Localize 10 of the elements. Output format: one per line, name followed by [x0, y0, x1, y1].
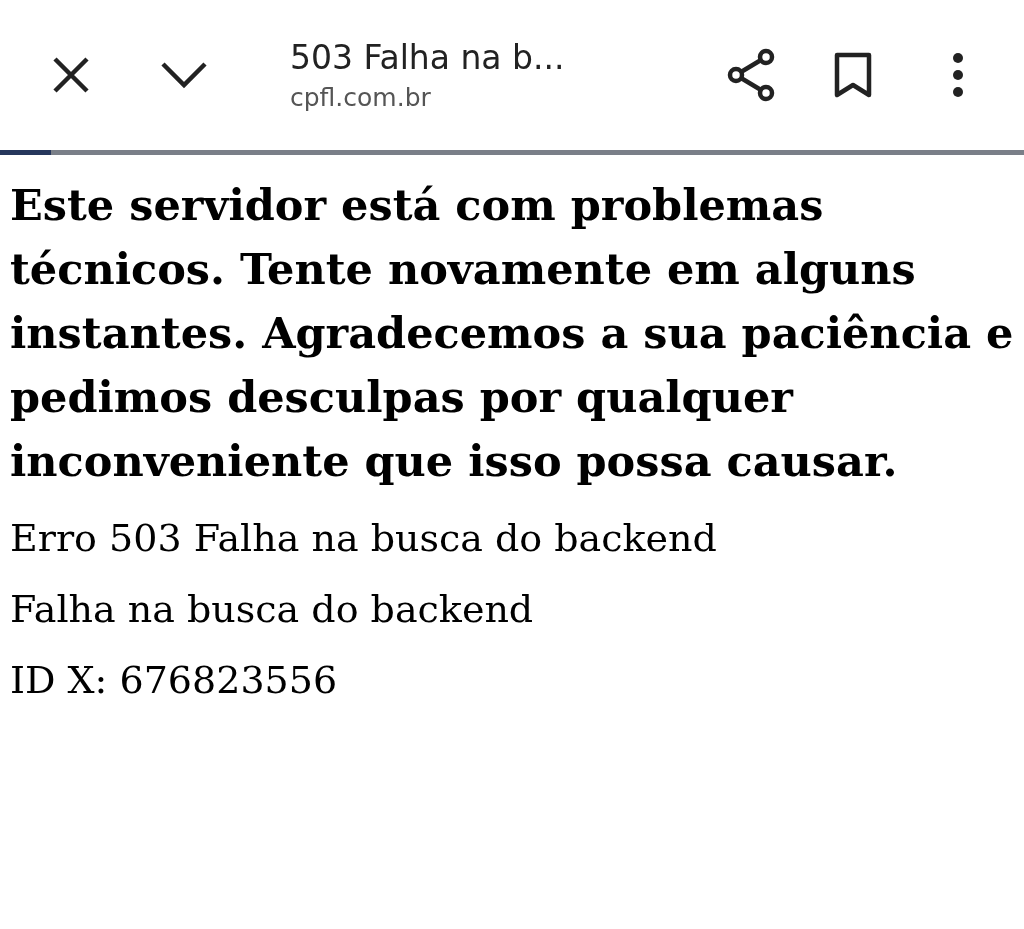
chevron-down-button[interactable]	[160, 61, 208, 89]
bookmark-button[interactable]	[834, 52, 872, 98]
page-url: cpfl.com.br	[290, 83, 432, 112]
error-heading: Este servidor está com problemas técnicos. Tente novamente em alguns instantes. Agradecemos a sua paciência e pedimos desculpas por qualquer inconveniente que isso possa causar.	[10, 179, 1014, 488]
error-text: ID X: 676823556	[10, 657, 338, 704]
error-text: Falha na busca do backend	[10, 586, 534, 633]
error-text: Erro 503 Falha na busca do backend	[10, 515, 717, 562]
share-button[interactable]	[726, 48, 776, 102]
page-title: 503 Falha na b...	[290, 38, 566, 77]
menu-button[interactable]	[952, 52, 964, 98]
